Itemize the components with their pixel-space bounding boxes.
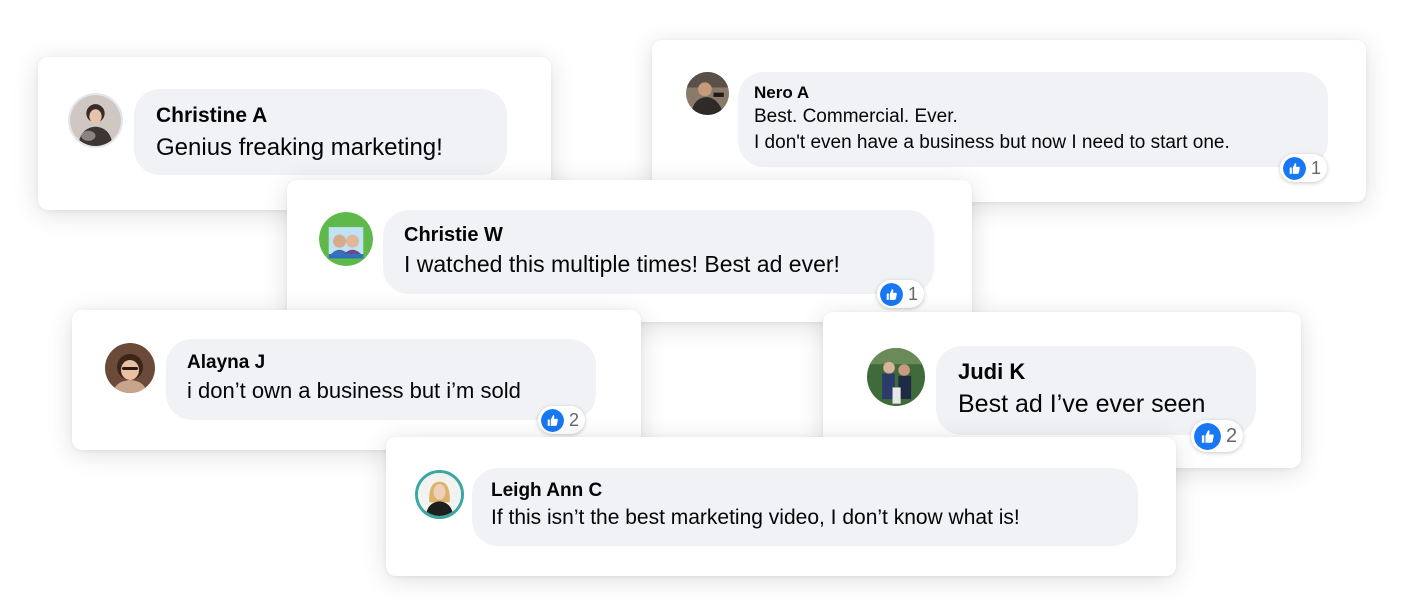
comment-text: Genius freaking marketing! (156, 134, 443, 161)
comment-bubble: Christine A Genius freaking marketing! (134, 89, 507, 175)
comment-card: Christie W I watched this multiple times… (287, 180, 972, 322)
comment-author[interactable]: Judi K (958, 358, 1256, 386)
avatar[interactable] (867, 348, 925, 406)
reaction-badge[interactable]: 1 (877, 280, 925, 308)
comment-card: Leigh Ann C If this isn’t the best marke… (386, 437, 1176, 576)
comment-bubble: Christie W I watched this multiple times… (383, 210, 934, 294)
like-count: 2 (1226, 424, 1238, 447)
comment-text: i don’t own a business but i’m sold (187, 378, 521, 403)
thumbs-up-icon (880, 282, 903, 306)
comment-text: If this isn’t the best marketing video, … (491, 506, 1020, 529)
thumbs-up-icon (1194, 422, 1221, 450)
comment-text: Best. Commercial. Ever. (754, 106, 958, 127)
like-count: 1 (1311, 157, 1322, 178)
like-count: 1 (908, 283, 919, 304)
comment-author[interactable]: Leigh Ann C (491, 479, 1138, 503)
comment-text: Best ad I’ve ever seen (958, 390, 1206, 418)
comment-card: Nero A Best. Commercial. Ever. I don't e… (652, 40, 1366, 202)
avatar[interactable] (68, 93, 123, 148)
comment-bubble: Nero A Best. Commercial. Ever. I don't e… (738, 72, 1328, 167)
like-count: 2 (569, 409, 580, 430)
comment-card: Alayna J i don’t own a business but i’m … (72, 310, 641, 450)
avatar[interactable] (319, 212, 373, 266)
comment-author[interactable]: Christie W (404, 222, 934, 248)
avatar[interactable] (105, 343, 155, 393)
comment-author[interactable]: Christine A (156, 103, 507, 129)
thumbs-up-icon (541, 408, 564, 432)
comment-text: I don't even have a business but now I n… (754, 132, 1230, 153)
comment-bubble: Leigh Ann C If this isn’t the best marke… (472, 468, 1138, 546)
comment-text: I watched this multiple times! Best ad e… (404, 251, 840, 277)
reaction-badge[interactable]: 2 (538, 406, 586, 434)
comment-author[interactable]: Alayna J (187, 351, 596, 375)
reaction-badge[interactable]: 1 (1280, 154, 1328, 182)
thumbs-up-icon (1283, 156, 1306, 180)
avatar[interactable] (686, 72, 729, 115)
reaction-badge[interactable]: 2 (1191, 420, 1244, 452)
comment-author[interactable]: Nero A (754, 82, 1328, 104)
comment-bubble: Alayna J i don’t own a business but i’m … (166, 339, 596, 420)
avatar[interactable] (415, 470, 464, 519)
